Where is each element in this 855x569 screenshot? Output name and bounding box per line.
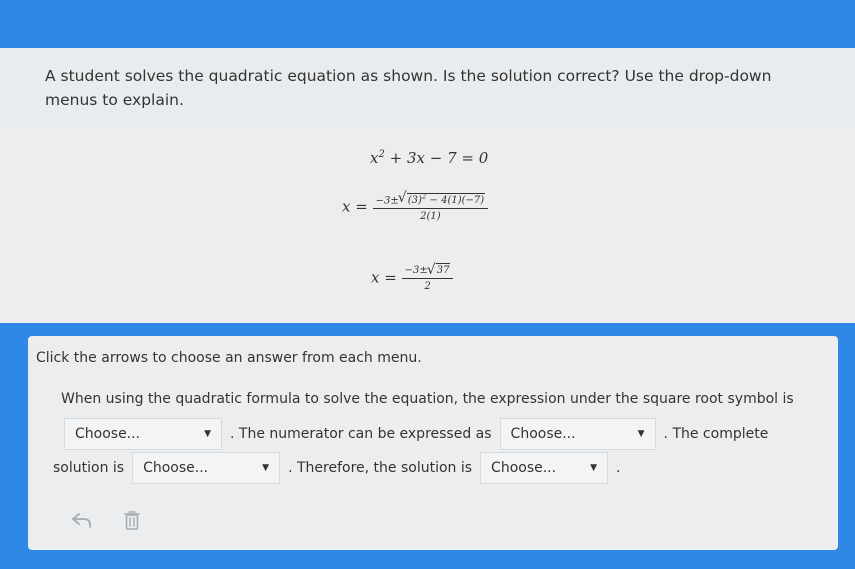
answer-text: . xyxy=(616,460,621,476)
fraction-numerator: −3± 37 xyxy=(401,262,454,279)
result-fraction: −3± 37 2 xyxy=(401,262,454,292)
equation-line-1: x2 + 3x − 7 = 0 xyxy=(370,149,488,167)
equation-exponent: 2 xyxy=(378,149,385,160)
answer-tools xyxy=(68,508,146,532)
answer-text: . Therefore, the solution is xyxy=(288,460,473,476)
chevron-down-icon: ▼ xyxy=(204,429,211,439)
answer-row-1: Choose... ▼ . The numerator can be expre… xyxy=(64,418,768,450)
dropdown-complete-solution[interactable]: Choose... ▼ xyxy=(132,452,281,484)
numerator-prefix: −3± xyxy=(404,265,428,276)
dropdown-solution-correctness[interactable]: Choose... ▼ xyxy=(480,452,609,484)
equation-line-3: x = −3± 37 2 xyxy=(371,262,454,292)
numerator-prefix: −3± xyxy=(375,195,399,207)
dropdown-value: Choose... xyxy=(510,426,576,442)
answer-text: . The numerator can be expressed as xyxy=(230,426,492,442)
dropdown-value: Choose... xyxy=(143,460,209,476)
bottom-blue-bar xyxy=(0,550,855,569)
dropdown-value: Choose... xyxy=(491,460,557,476)
delete-button[interactable] xyxy=(118,508,146,532)
dropdown-numerator[interactable]: Choose... ▼ xyxy=(499,418,656,450)
radicand: (3) xyxy=(407,195,422,207)
dropdown-expression-under-root[interactable]: Choose... ▼ xyxy=(64,418,222,450)
square-root: (3)2 − 4(1)(−7) xyxy=(398,190,486,207)
answer-card: Click the arrows to choose an answer fro… xyxy=(28,336,838,550)
radicand: 37 xyxy=(435,263,451,276)
chevron-down-icon: ▼ xyxy=(590,463,598,473)
equation-rest: + 3x − 7 = 0 xyxy=(389,149,489,167)
radicand-rest: − 4(1)(−7) xyxy=(426,195,485,207)
worked-solution-panel: x2 + 3x − 7 = 0 x = −3±(3)2 − 4(1)(−7) 2… xyxy=(0,123,855,323)
equation-lhs: x = xyxy=(371,268,397,287)
quadratic-fraction: −3±(3)2 − 4(1)(−7) 2(1) xyxy=(372,190,489,223)
instruction-text: Click the arrows to choose an answer fro… xyxy=(36,350,422,366)
question-prompt: A student solves the quadratic equation … xyxy=(0,48,855,123)
dropdown-value: Choose... xyxy=(75,426,141,442)
answer-sentence: When using the quadratic formula to solv… xyxy=(61,391,794,407)
question-text: A student solves the quadratic equation … xyxy=(45,67,772,109)
trash-icon xyxy=(124,511,140,530)
fraction-numerator: −3±(3)2 − 4(1)(−7) xyxy=(372,190,489,210)
chevron-down-icon: ▼ xyxy=(637,429,645,439)
answer-row-2: solution is Choose... ▼ . Therefore, the… xyxy=(53,452,621,484)
top-blue-bar xyxy=(0,0,855,48)
square-root: 37 xyxy=(427,262,451,278)
undo-icon xyxy=(72,513,91,528)
fraction-denominator: 2(1) xyxy=(420,211,441,223)
chevron-down-icon: ▼ xyxy=(262,463,270,473)
equation-line-2: x = −3±(3)2 − 4(1)(−7) 2(1) xyxy=(342,190,489,223)
fraction-denominator: 2 xyxy=(424,281,431,292)
equation-lhs: x = xyxy=(342,197,368,216)
answer-text: solution is xyxy=(53,460,125,476)
undo-button[interactable] xyxy=(68,508,96,532)
answer-text: . The complete xyxy=(663,426,769,442)
